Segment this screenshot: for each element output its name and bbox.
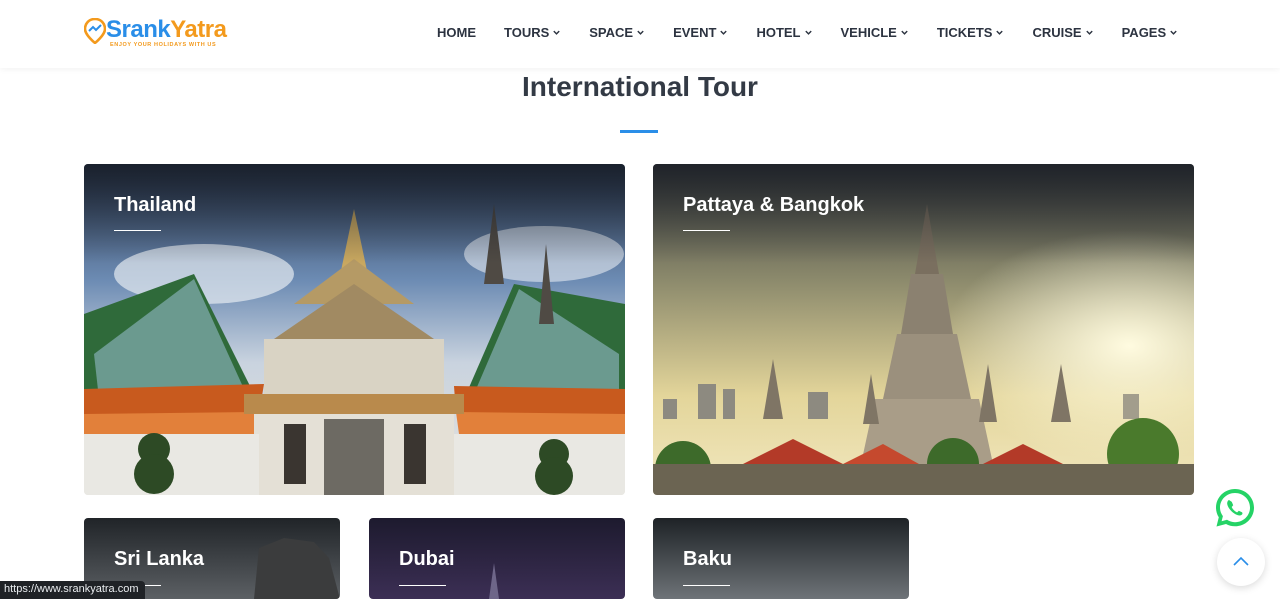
chevron-down-icon [637, 30, 644, 35]
nav-label: SPACE [589, 25, 634, 40]
logo-wordmark: SrankYatra [106, 16, 227, 44]
title-underline [620, 130, 658, 133]
destination-card-baku[interactable]: Baku [653, 518, 909, 599]
nav-item-tours[interactable]: TOURS [504, 25, 561, 40]
nav-item-home[interactable]: HOME [437, 25, 476, 40]
nav-label: TICKETS [936, 25, 993, 40]
nav-item-event[interactable]: EVENT [673, 25, 728, 40]
location-pin-icon [84, 18, 106, 44]
chevron-down-icon [901, 30, 908, 35]
card-title: Dubai [399, 548, 455, 570]
card-title-underline [114, 230, 161, 231]
nav-label: HOME [437, 25, 476, 40]
chevron-down-icon [553, 30, 560, 35]
scroll-to-top-button[interactable] [1217, 538, 1265, 586]
nav-label: CRUISE [1032, 25, 1082, 40]
nav-label: VEHICLE [840, 25, 897, 40]
status-bar-url: https://www.srankyatra.com [0, 581, 145, 599]
card-title: Sri Lanka [114, 548, 205, 570]
card-title: Baku [683, 548, 732, 570]
card-title: Thailand [114, 194, 197, 216]
logo-tagline: ENJOY YOUR HOLIDAYS WITH US [110, 42, 217, 48]
section-title: International Tour [522, 71, 758, 102]
card-title-underline [683, 230, 730, 231]
nav-item-hotel[interactable]: HOTEL [756, 25, 812, 40]
nav-label: EVENT [673, 25, 717, 40]
card-title-underline [683, 585, 730, 586]
chevron-down-icon [1170, 30, 1177, 35]
nav-item-vehicle[interactable]: VEHICLE [841, 25, 909, 40]
card-title-underline [399, 585, 446, 586]
chevron-up-icon [1233, 556, 1249, 566]
nav-item-cruise[interactable]: CRUISE [1032, 25, 1093, 40]
main-nav: HOME TOURS SPACE EVENT HOTEL VEHICLE TIC… [437, 25, 1178, 40]
destination-card-pattaya-bangkok[interactable]: Pattaya & Bangkok [653, 164, 1194, 495]
nav-item-space[interactable]: SPACE [589, 25, 645, 40]
nav-label: HOTEL [756, 25, 801, 40]
nav-label: TOURS [504, 25, 550, 40]
destination-card-dubai[interactable]: Dubai [369, 518, 625, 599]
nav-label: PAGES [1121, 25, 1167, 40]
chevron-down-icon [804, 30, 812, 35]
destination-card-thailand[interactable]: Thailand [84, 164, 625, 495]
nav-item-pages[interactable]: PAGES [1122, 25, 1179, 40]
site-logo[interactable]: SrankYatra ENJOY YOUR HOLIDAYS WITH US [84, 16, 254, 52]
nav-item-tickets[interactable]: TICKETS [937, 25, 1005, 40]
site-header: SrankYatra ENJOY YOUR HOLIDAYS WITH US H… [0, 0, 1280, 68]
chevron-down-icon [1085, 30, 1093, 35]
chevron-down-icon [996, 30, 1004, 35]
logo-wordmark-part2: Yatra [170, 16, 227, 43]
chevron-down-icon [720, 30, 728, 35]
whatsapp-icon[interactable] [1213, 486, 1257, 530]
card-title: Pattaya & Bangkok [683, 194, 865, 216]
logo-wordmark-part1: Srank [106, 16, 171, 43]
